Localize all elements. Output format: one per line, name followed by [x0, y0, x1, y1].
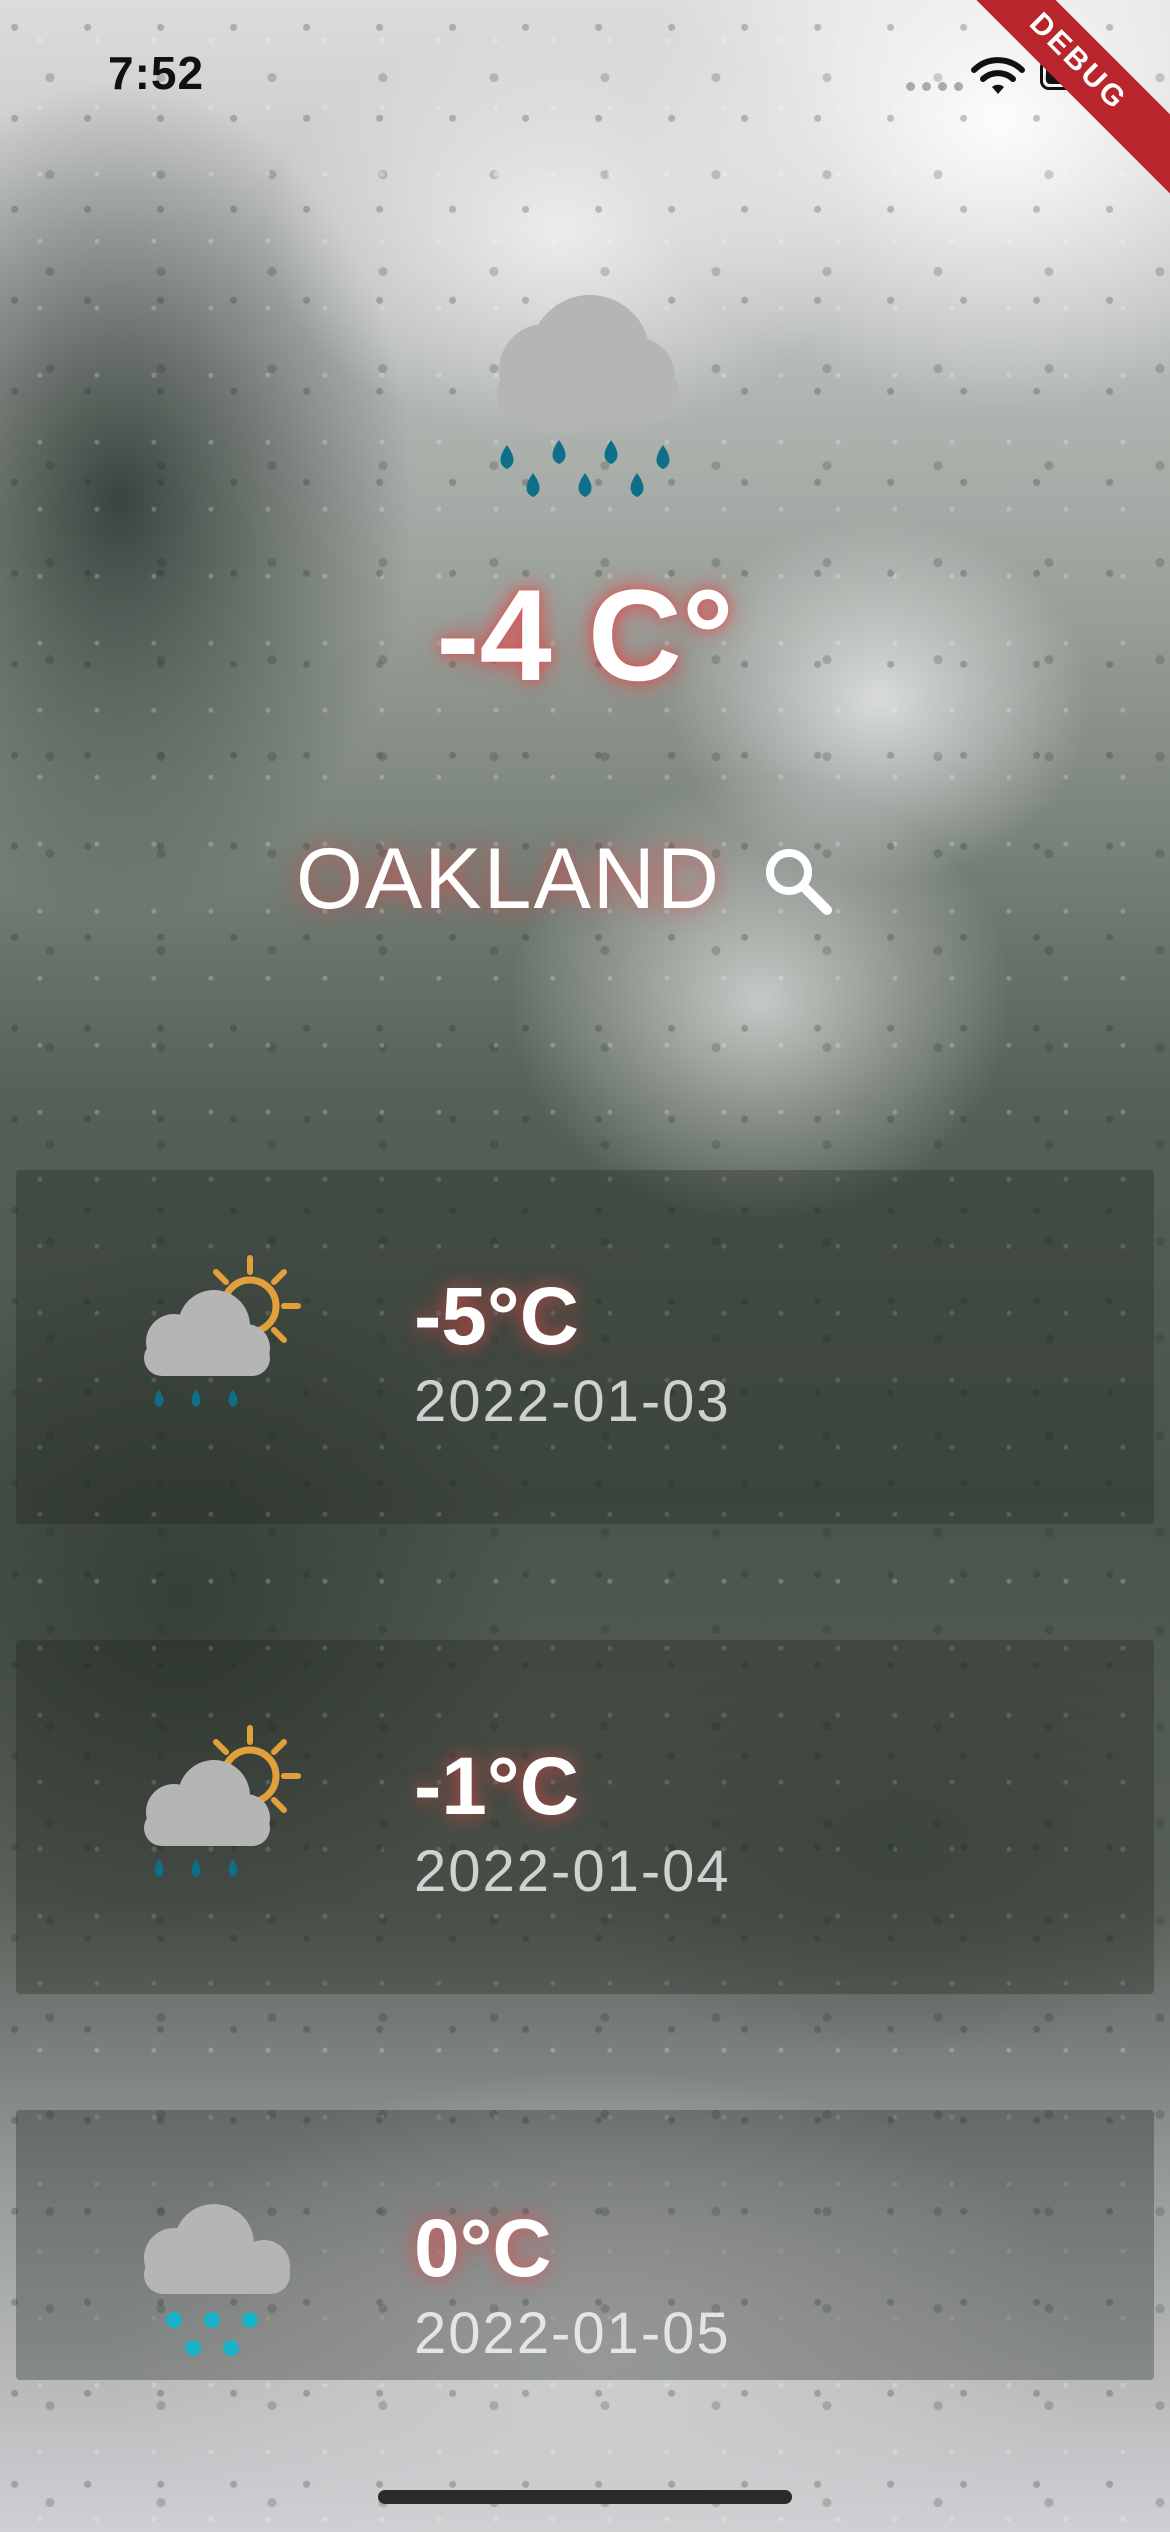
- forecast-card[interactable]: -5°C 2022-01-03: [16, 1170, 1154, 1524]
- forecast-date: 2022-01-03: [414, 1369, 731, 1434]
- forecast-temperature: -1°C: [414, 1741, 579, 1832]
- forecast-temperature: 0°C: [414, 2203, 552, 2294]
- wifi-icon: [971, 57, 1025, 94]
- home-indicator[interactable]: [378, 2490, 792, 2504]
- forecast-date: 2022-01-05: [414, 2301, 731, 2366]
- rain-cloud-icon: [497, 295, 679, 497]
- partly-sunny-rain-icon: [144, 1255, 301, 1407]
- city-name: OAKLAND: [296, 831, 722, 927]
- city-row: OAKLAND: [296, 830, 833, 929]
- forecast-card[interactable]: 0°C 2022-01-05: [16, 2110, 1154, 2380]
- status-time: 7:52: [108, 47, 205, 99]
- partly-sunny-rain-icon: [144, 1725, 301, 1877]
- cellular-signal-icon: [906, 82, 963, 91]
- status-bar: 7:52: [0, 0, 1170, 140]
- forecast-card[interactable]: -1°C 2022-01-04: [16, 1640, 1154, 1994]
- search-icon[interactable]: [761, 844, 833, 916]
- forecast-temperature: -5°C: [414, 1271, 579, 1362]
- forecast-date: 2022-01-04: [414, 1839, 731, 1904]
- sleet-cloud-icon: [144, 2204, 290, 2356]
- current-temperature: -4 C°: [436, 562, 734, 708]
